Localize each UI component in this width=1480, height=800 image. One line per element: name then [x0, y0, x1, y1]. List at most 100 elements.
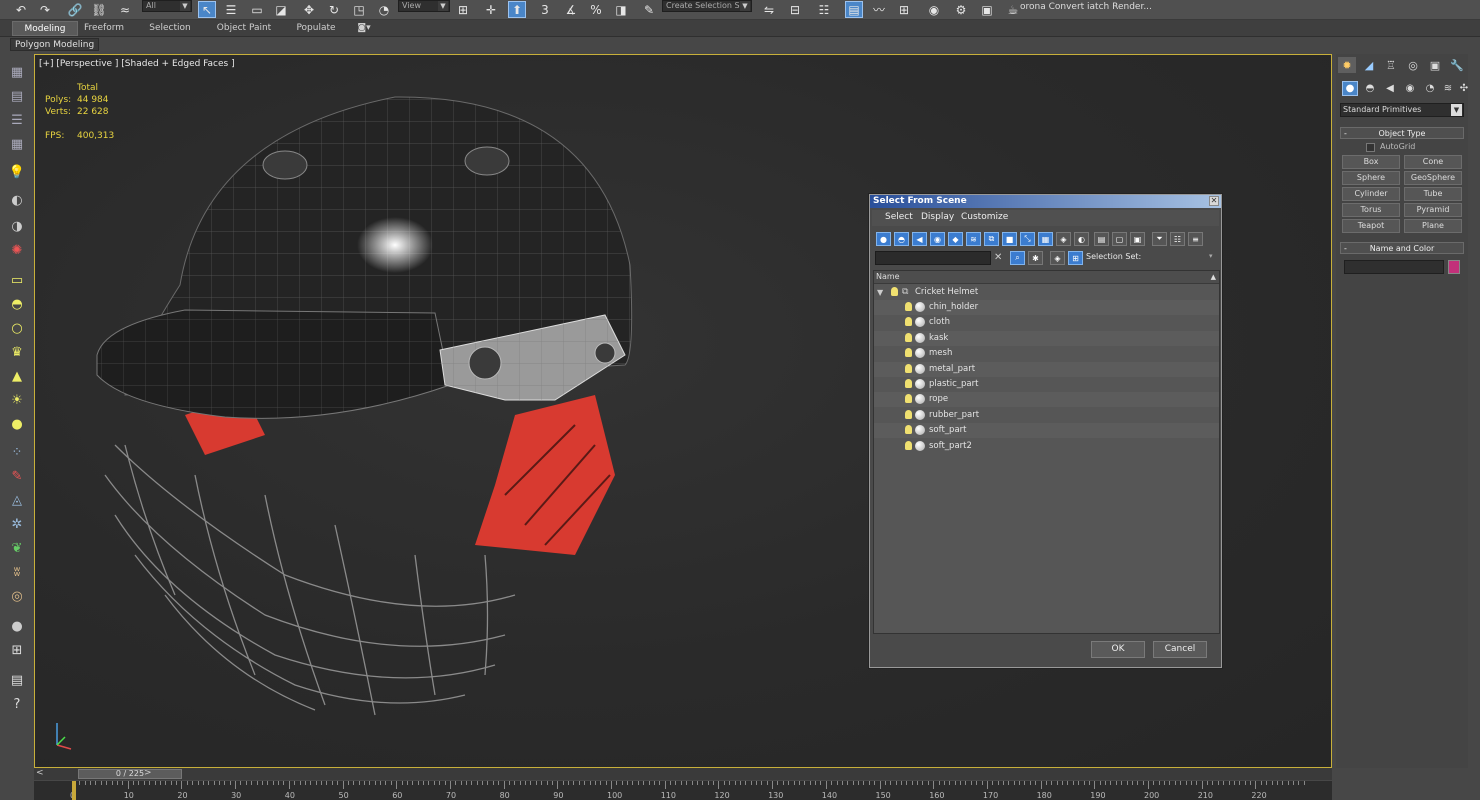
info-panel-icon[interactable]: ▤	[6, 670, 28, 690]
cancel-button[interactable]: Cancel	[1153, 641, 1207, 658]
tab-freeform[interactable]: Freeform	[78, 21, 130, 36]
tube-button[interactable]: Tube	[1404, 187, 1462, 201]
expand-all-icon[interactable]: ≡	[1188, 232, 1203, 246]
dome-icon[interactable]: ◓	[6, 294, 28, 314]
material-editor-icon[interactable]: ◉	[925, 1, 943, 18]
autogrid-checkbox[interactable]	[1366, 143, 1375, 152]
named-selection-sets-dropdown[interactable]: Create Selection Se ▼	[662, 0, 752, 12]
time-slider-track[interactable]: < 0 / 225 >	[34, 768, 1332, 780]
current-frame-marker[interactable]	[72, 781, 76, 800]
angle-snap-icon[interactable]: ∡	[562, 1, 580, 18]
cloth-icon[interactable]: ◎	[6, 586, 28, 606]
tab-selection[interactable]: Selection	[140, 21, 200, 36]
utilities-tab-icon[interactable]: 🔧	[1448, 57, 1466, 73]
menu-display[interactable]: Display	[921, 212, 954, 222]
bind-space-warp-icon[interactable]: ≈	[116, 1, 134, 18]
keyboard-shortcut-override-icon[interactable]: ⬆	[508, 1, 526, 18]
redo-icon[interactable]: ↷	[36, 1, 54, 18]
layer-icon[interactable]: ▤	[6, 86, 28, 106]
filter-helpers-icon[interactable]: ◆	[948, 232, 963, 246]
reference-coordinate-dropdown[interactable]: View ▼	[398, 0, 450, 12]
visibility-bulb-icon[interactable]	[905, 348, 912, 358]
light-icon[interactable]: 💡	[6, 162, 28, 182]
list-item[interactable]: rubber_part	[874, 408, 1219, 423]
scale-icon[interactable]: ◳	[350, 1, 368, 18]
sun-icon[interactable]: ☀	[6, 390, 28, 410]
visibility-bulb-icon[interactable]	[905, 379, 912, 388]
wildcard-icon[interactable]: ✱	[1028, 251, 1043, 265]
selection-set-icon[interactable]: ⊞	[1068, 251, 1083, 265]
particle-icon[interactable]: ✺	[6, 240, 28, 260]
spinner-snap-icon[interactable]: ◨	[612, 1, 630, 18]
rotate-icon[interactable]: ↻	[325, 1, 343, 18]
align-icon[interactable]: ⊟	[786, 1, 804, 18]
pivot-center-icon[interactable]: ⊞	[454, 1, 472, 18]
list-item[interactable]: kask	[874, 330, 1219, 346]
list-item[interactable]: mesh	[874, 346, 1219, 361]
lights-icon[interactable]: ◀	[1382, 81, 1398, 96]
list-item[interactable]: rope	[874, 392, 1219, 408]
torus-button[interactable]: Torus	[1342, 203, 1400, 217]
time-slider-prev-icon[interactable]: <	[36, 768, 44, 778]
ok-button[interactable]: OK	[1091, 641, 1145, 658]
object-name-input[interactable]	[1344, 260, 1444, 274]
list-item[interactable]: cloth	[874, 315, 1219, 330]
scene-explorer-icon[interactable]: ▦	[6, 62, 28, 82]
plane-icon[interactable]: ▭	[6, 270, 28, 290]
tab-modeling[interactable]: Modeling	[12, 21, 78, 36]
ribbon-panel-polygon-modeling[interactable]: Polygon Modeling	[10, 38, 100, 51]
filter-groups-icon[interactable]: ⧉	[984, 232, 999, 246]
list-item[interactable]: chin_holder	[874, 300, 1219, 315]
hierarchy-icon[interactable]: ☷	[1170, 232, 1185, 246]
menu-select[interactable]: Select	[885, 212, 913, 222]
hair-icon[interactable]: ʬ	[6, 562, 28, 582]
close-icon[interactable]: ✕	[1209, 196, 1219, 206]
cone-button[interactable]: Cone	[1404, 155, 1462, 169]
unlink-icon[interactable]: ⛓	[90, 1, 108, 18]
layer-explorer-icon[interactable]: ▤	[845, 1, 863, 18]
time-slider[interactable]: 0 / 225	[78, 769, 182, 779]
visibility-bulb-icon[interactable]	[905, 394, 912, 404]
visibility-bulb-icon[interactable]	[905, 317, 912, 327]
corona-toolbar-label[interactable]: orona Convert iatch Render...	[1020, 2, 1152, 12]
filter-frozen-icon[interactable]: ◈	[1056, 232, 1071, 246]
list-icon[interactable]: ☰	[6, 110, 28, 130]
list-item[interactable]: plastic_part	[874, 377, 1219, 392]
time-slider-next-icon[interactable]: >	[144, 768, 152, 778]
sound-icon[interactable]: ◑	[6, 216, 28, 236]
grass-icon[interactable]: ❦	[6, 538, 28, 558]
grid-icon[interactable]: ▦	[6, 134, 28, 154]
place-icon[interactable]: ◔	[375, 1, 393, 18]
sphere-light-icon[interactable]: ○	[6, 318, 28, 338]
ribbon-options-icon[interactable]: ◙▾	[352, 21, 376, 36]
material-ball-icon[interactable]: ●	[6, 616, 28, 636]
render-setup-icon[interactable]: ⚙	[952, 1, 970, 18]
pyramid-button[interactable]: Pyramid	[1404, 203, 1462, 217]
layers-icon[interactable]: ◈	[1050, 251, 1065, 265]
crown-icon[interactable]: ♛	[6, 342, 28, 362]
filter-lights-icon[interactable]: ◀	[912, 232, 927, 246]
curve-editor-icon[interactable]: 〰	[870, 1, 888, 18]
hf-icon[interactable]: ⊞	[6, 640, 28, 660]
column-header-name[interactable]: Name ▲	[874, 271, 1219, 284]
track-bar-ruler[interactable]: 0102030405060708090100110120130140150160…	[34, 781, 1332, 800]
cylinder-button[interactable]: Cylinder	[1342, 187, 1400, 201]
modify-tab-icon[interactable]: ◢	[1360, 57, 1378, 73]
display-tab-icon[interactable]: ▣	[1426, 57, 1444, 73]
filter-hidden-icon[interactable]: ◐	[1074, 232, 1089, 246]
gear-icon[interactable]: ✲	[6, 514, 28, 534]
geometry-icon[interactable]: ●	[1342, 81, 1358, 96]
invert-selection-icon[interactable]: ▣	[1130, 232, 1145, 246]
percent-snap-icon[interactable]: %	[587, 1, 605, 18]
help-icon[interactable]: ?	[6, 694, 28, 714]
undo-icon[interactable]: ↶	[12, 1, 30, 18]
filter-spacewarps-icon[interactable]: ≋	[966, 232, 981, 246]
camera-icon[interactable]: ◐	[6, 190, 28, 210]
filter-containers-icon[interactable]: ▦	[1038, 232, 1053, 246]
scene-explorer-icon[interactable]: ☷	[815, 1, 833, 18]
shape-icon[interactable]: ◬	[6, 490, 28, 510]
schematic-view-icon[interactable]: ⊞	[895, 1, 913, 18]
window-crossing-icon[interactable]: ◪	[272, 1, 290, 18]
systems-icon[interactable]: ✣	[1456, 81, 1472, 96]
box-button[interactable]: Box	[1342, 155, 1400, 169]
